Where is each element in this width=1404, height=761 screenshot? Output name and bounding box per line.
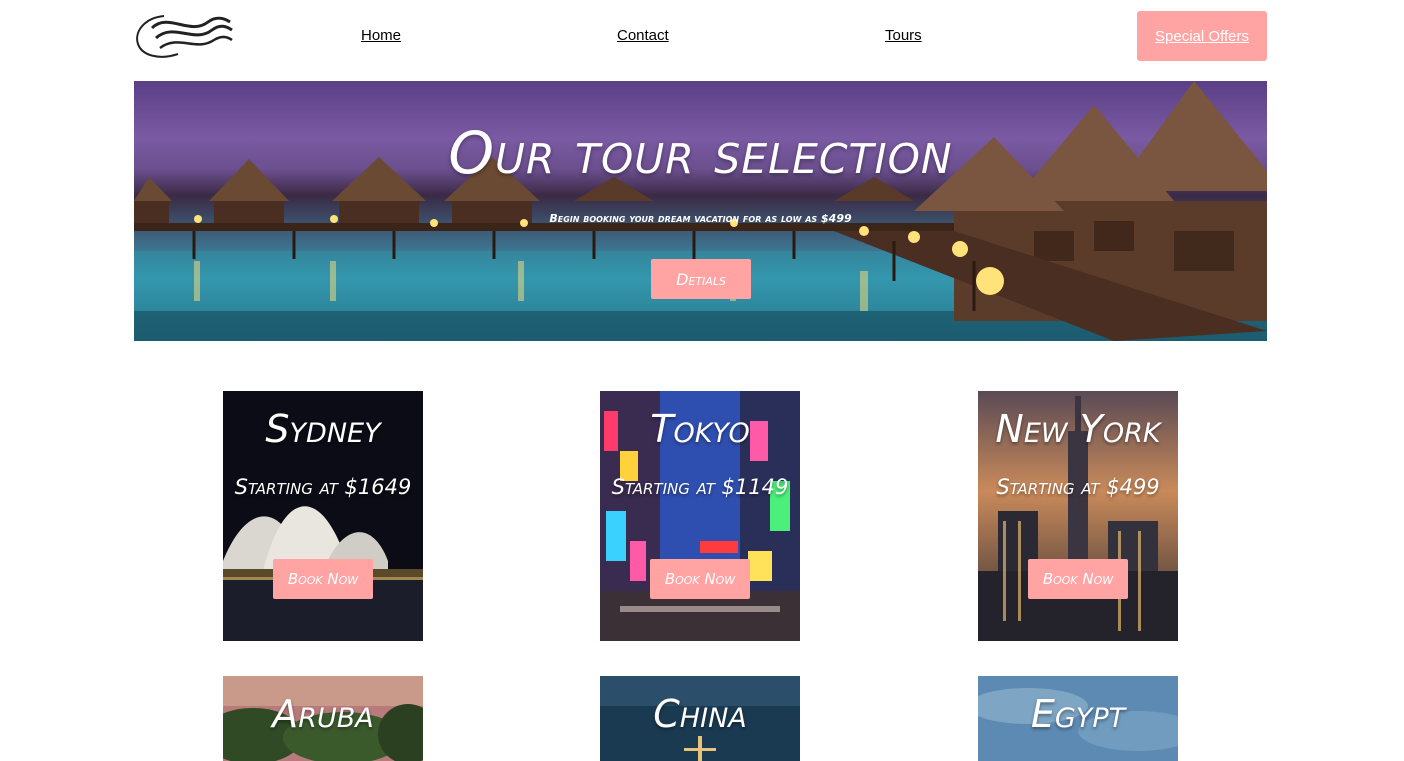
tour-card-egypt: Egypt: [978, 676, 1178, 761]
tour-card-title: Tokyo: [650, 407, 750, 451]
book-now-button[interactable]: Book Now: [650, 559, 750, 599]
page: Home Contact Tours Special Offers Our to…: [0, 0, 1404, 761]
tour-card-aruba: Aruba: [223, 676, 423, 761]
tour-card-title: China: [653, 692, 747, 736]
hero-details-button[interactable]: Detials: [651, 259, 751, 299]
site-header: Home Contact Tours Special Offers: [0, 0, 1404, 74]
tour-card-tokyo: Tokyo Starting at $1149 Book Now: [600, 391, 800, 641]
hero-title: Our tour selection: [448, 119, 953, 187]
tour-card-title: Sydney: [265, 407, 381, 451]
tour-card-price: Starting at $1649: [234, 475, 412, 499]
book-now-button[interactable]: Book Now: [273, 559, 373, 599]
tour-card-sydney: Sydney Starting at $1649 Book Now: [223, 391, 423, 641]
nav-contact-link[interactable]: Contact: [617, 27, 669, 44]
book-now-button[interactable]: Book Now: [1028, 559, 1128, 599]
tour-card-price: Starting at $499: [996, 475, 1160, 499]
nav-tours-link[interactable]: Tours: [885, 27, 922, 44]
hero-subtitle: Begin booking your dream vacation for as…: [549, 212, 852, 225]
tour-card-title: New York: [995, 407, 1161, 451]
tour-card-price: Starting at $1149: [611, 475, 789, 499]
hero-banner: Our tour selection Begin booking your dr…: [134, 81, 1267, 341]
tour-card-china: China: [600, 676, 800, 761]
tour-card-title: Aruba: [272, 692, 374, 736]
tour-card-title: Egypt: [1030, 692, 1126, 736]
special-offers-button[interactable]: Special Offers: [1137, 11, 1267, 61]
wave-logo-icon[interactable]: [134, 10, 234, 62]
tour-card-new-york: New York Starting at $499 Book Now: [978, 391, 1178, 641]
nav-home-link[interactable]: Home: [361, 27, 401, 44]
